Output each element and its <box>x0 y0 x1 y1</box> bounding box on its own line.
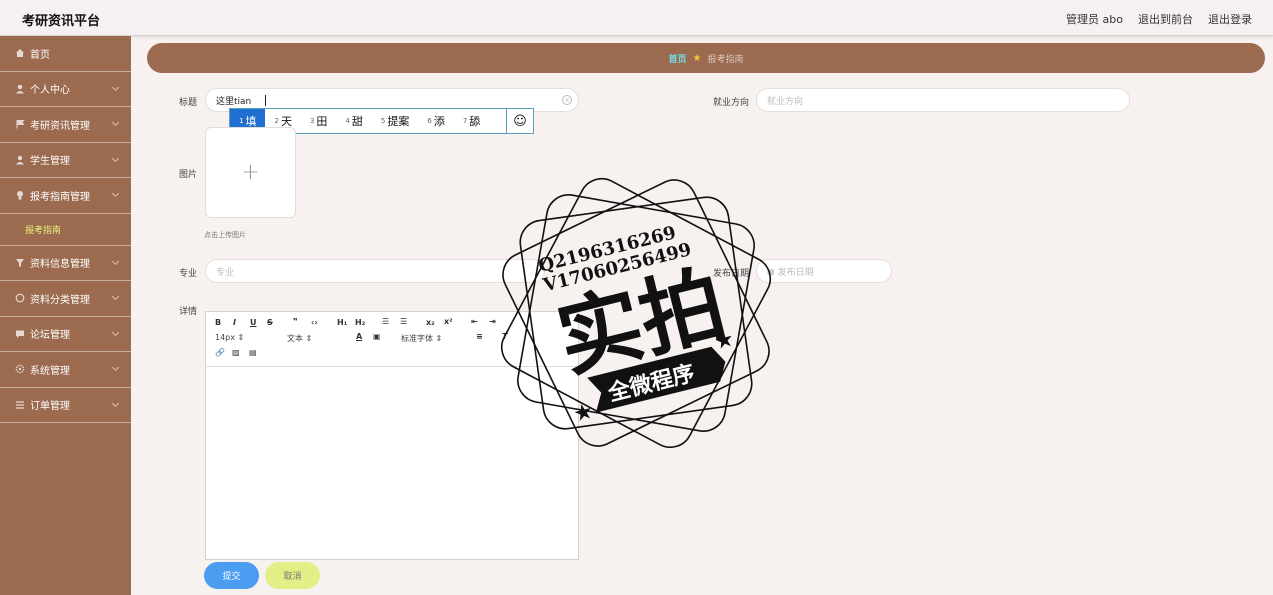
bulb-icon <box>17 191 23 200</box>
clear-icon[interactable]: × <box>562 95 572 105</box>
chevron-down-icon <box>111 83 120 91</box>
major-label: 专业 <box>179 269 198 279</box>
detail-label: 详情 <box>179 307 198 317</box>
sidebar-item-forum[interactable]: 论坛管理 <box>0 317 131 352</box>
sidebar-item-label: 学生管理 <box>30 156 70 168</box>
format-select[interactable]: 文本 ⇕ <box>287 333 312 344</box>
sidebar-item-label: 订单管理 <box>30 401 70 413</box>
font-color-icon[interactable]: A <box>356 332 362 341</box>
direction-label: 就业方向 <box>713 98 750 108</box>
circle-icon <box>15 293 25 303</box>
app-title: 考研资讯平台 <box>22 14 101 29</box>
logout-link[interactable]: 退出登录 <box>1208 11 1252 27</box>
submit-button[interactable]: 提交 <box>204 562 259 589</box>
star-icon: ★ <box>692 52 702 64</box>
home-icon <box>16 49 24 58</box>
underline-icon[interactable]: U <box>250 318 257 327</box>
outdent-icon[interactable]: ⇤ <box>471 317 478 326</box>
flag-icon <box>16 120 25 129</box>
plus-icon: + <box>241 160 260 185</box>
top-header: 考研资讯平台 管理员 abo 退出到前台 退出登录 <box>0 0 1273 36</box>
image-upload[interactable]: + <box>205 127 296 218</box>
ime-candidate[interactable]: 7舔 <box>454 109 489 133</box>
sidebar-item-label: 论坛管理 <box>30 330 70 342</box>
chevron-down-icon <box>111 154 120 162</box>
sidebar-subitem-guide[interactable]: 报考指南 <box>0 214 131 246</box>
ime-candidate[interactable]: 3田 <box>301 109 336 133</box>
text-cursor <box>265 95 266 106</box>
align-icon[interactable]: ≡ <box>476 332 483 341</box>
user-icon <box>16 84 24 94</box>
cancel-button[interactable]: 取消 <box>265 562 320 589</box>
comment-icon <box>16 330 24 338</box>
superscript-icon[interactable]: x² <box>444 317 453 326</box>
sidebar-item-label: 首页 <box>30 49 50 61</box>
chevron-down-icon <box>111 328 120 336</box>
bold-icon[interactable]: B <box>215 318 221 327</box>
svg-text:★: ★ <box>571 399 596 428</box>
ime-candidate[interactable]: 6添 <box>418 109 453 133</box>
heading2-icon[interactable]: H₂ <box>355 318 365 327</box>
major-placeholder: 专业 <box>216 267 235 278</box>
video-icon[interactable]: ▤ <box>249 348 257 357</box>
background-color-icon[interactable]: ▣ <box>373 332 381 341</box>
admin-label: 管理员 abo <box>1066 13 1123 26</box>
direction-input[interactable]: 就业方向 <box>756 88 1130 112</box>
sidebar-item-label: 考研资讯管理 <box>30 120 90 132</box>
image-label: 图片 <box>179 170 198 180</box>
italic-icon[interactable]: I <box>233 318 236 327</box>
watermark-stamp: Q2196316269 V17060256499 实拍 全微程序 ★ ★ <box>500 177 772 449</box>
sidebar-item-categories[interactable]: 资料分类管理 <box>0 281 131 317</box>
sidebar-item-guide[interactable]: 报考指南管理 <box>0 178 131 214</box>
sidebar-item-orders[interactable]: 订单管理 <box>0 388 131 423</box>
bullet-list-icon[interactable]: ☰ <box>400 317 407 326</box>
upload-hint: 点击上传图片 <box>204 231 246 239</box>
link-icon[interactable]: 🔗 <box>215 348 225 357</box>
breadcrumb-home[interactable]: 首页 <box>669 52 687 65</box>
chevron-down-icon <box>111 118 120 127</box>
sidebar-item-personal[interactable]: 个人中心 <box>0 72 131 107</box>
code-icon[interactable]: ‹› <box>311 318 318 327</box>
strike-icon[interactable]: S <box>267 318 273 327</box>
funnel-icon <box>16 258 24 267</box>
chevron-down-icon <box>111 399 120 407</box>
list-icon <box>16 401 24 409</box>
major-input[interactable]: 专业 <box>205 259 545 283</box>
title-label: 标题 <box>179 98 198 108</box>
gear-icon <box>15 364 25 374</box>
sidebar-item-news[interactable]: 考研资讯管理 <box>0 107 131 143</box>
font-size-select[interactable]: 14px ⇕ <box>215 333 244 342</box>
sidebar-item-home[interactable]: 首页 <box>0 36 131 72</box>
sidebar-item-materials[interactable]: 资料信息管理 <box>0 246 131 281</box>
font-family-select[interactable]: 标准字体 ⇕ <box>401 333 442 344</box>
chevron-down-icon <box>111 292 120 301</box>
sidebar-item-students[interactable]: 学生管理 <box>0 143 131 178</box>
emoji-icon[interactable]: ☺ <box>506 109 533 133</box>
sidebar-item-label: 资料分类管理 <box>30 294 90 306</box>
header-links: 管理员 abo 退出到前台 退出登录 <box>1066 11 1252 27</box>
subscript-icon[interactable]: x₂ <box>426 318 435 327</box>
ordered-list-icon[interactable]: ☰ <box>382 317 389 326</box>
sidebar: 首页 个人中心 考研资讯管理 学生管理 报考指南管理 报考指南 资料信息管理 资… <box>0 36 131 595</box>
sidebar-item-system[interactable]: 系统管理 <box>0 352 131 388</box>
quote-icon[interactable]: ❞ <box>293 317 298 326</box>
chevron-down-icon <box>111 363 120 372</box>
title-input-value: 这里tian <box>216 96 252 107</box>
ime-candidate[interactable]: 5 提案 <box>372 109 418 133</box>
user-icon <box>16 155 24 165</box>
sidebar-item-label: 资料信息管理 <box>30 259 90 271</box>
ime-candidate[interactable]: 4甜 <box>336 109 371 133</box>
sidebar-item-label: 报考指南管理 <box>30 191 90 203</box>
sidebar-item-label: 系统管理 <box>30 365 70 377</box>
heading1-icon[interactable]: H₁ <box>337 318 347 327</box>
exit-to-front-link[interactable]: 退出到前台 <box>1138 11 1193 27</box>
direction-placeholder: 就业方向 <box>767 96 804 107</box>
breadcrumb: 首页 ★ 报考指南 <box>147 43 1265 73</box>
image-icon[interactable]: ▨ <box>232 348 240 357</box>
date-placeholder: 发布日期 <box>777 267 814 278</box>
chevron-down-icon <box>111 257 120 265</box>
breadcrumb-current: 报考指南 <box>707 54 744 65</box>
chevron-down-icon <box>111 189 120 198</box>
sidebar-item-label: 个人中心 <box>30 85 70 97</box>
